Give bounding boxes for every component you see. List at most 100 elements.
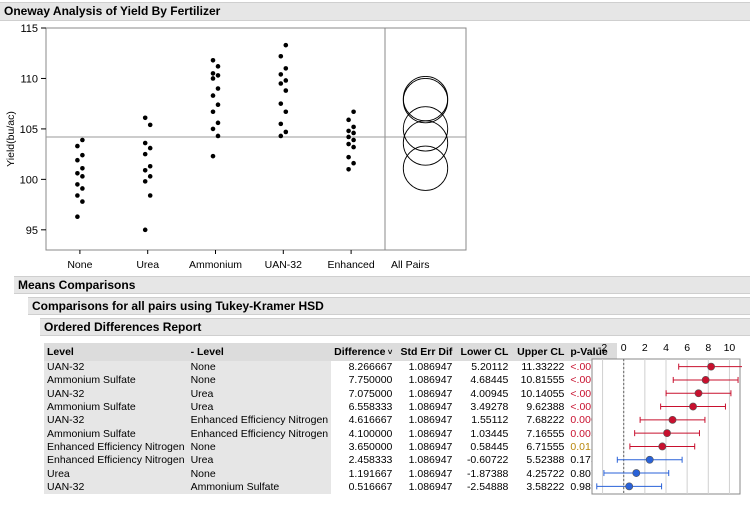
- ci-point: [668, 415, 677, 424]
- data-point: [215, 120, 221, 126]
- y-axis-label: Yield(bu/ac): [5, 111, 17, 167]
- data-point: [147, 122, 153, 128]
- cell-std-err: 1.086947: [395, 440, 456, 455]
- cell-upper-cl: 5.52388: [511, 454, 568, 468]
- cell-level: Urea: [44, 467, 188, 481]
- ci-tick-label: 0: [621, 342, 627, 354]
- cell-lower-cl: 4.68445: [455, 374, 512, 388]
- cell-upper-cl: 11.33222: [511, 361, 568, 375]
- table-row[interactable]: Ammonium Sulfate Urea 6.558333 1.086947 3.49…: [44, 400, 618, 415]
- table-row[interactable]: UAN-32 Ammonium Sulfate 0.516667 1.086947 -2…: [44, 480, 618, 494]
- col-level[interactable]: Level: [44, 343, 188, 361]
- data-point: [215, 64, 221, 69]
- data-point: [142, 151, 148, 157]
- cell-difference: 0.516667: [331, 480, 396, 494]
- table-header-row: Level - Level Difference ˅ Std Err Dif L…: [44, 343, 618, 361]
- data-point: [283, 78, 289, 83]
- data-point: [351, 160, 356, 166]
- data-point: [210, 153, 216, 159]
- data-point: [283, 129, 289, 135]
- table-row[interactable]: UAN-32 Enhanced Efficiency Nitrogen 4.6166…: [44, 414, 618, 428]
- cell-difference: 7.750000: [331, 374, 396, 388]
- cell-minus-level: None: [187, 361, 332, 375]
- ordered-differences-table: Level - Level Difference ˅ Std Err Dif L…: [44, 343, 618, 494]
- data-point: [147, 163, 153, 169]
- data-point: [75, 193, 80, 198]
- cell-upper-cl: 7.68222: [511, 414, 568, 428]
- section-header-oneway[interactable]: Oneway Analysis of Yield By Fertilizer: [0, 2, 750, 21]
- data-point: [75, 157, 80, 163]
- comparison-circle: [402, 78, 449, 124]
- data-point: [75, 182, 80, 187]
- cell-minus-level: Urea: [187, 387, 332, 401]
- col-lower-cl[interactable]: Lower CL: [455, 343, 512, 361]
- cell-std-err: 1.086947: [395, 414, 456, 428]
- cell-upper-cl: 6.71555: [511, 440, 568, 455]
- data-point: [142, 115, 148, 121]
- ci-point: [625, 482, 634, 491]
- x-tick-label: Enhanced: [327, 259, 374, 271]
- cell-std-err: 1.086947: [395, 467, 456, 481]
- col-std-err[interactable]: Std Err Dif: [395, 343, 456, 361]
- data-point: [278, 133, 284, 139]
- data-point: [210, 71, 216, 76]
- data-point: [142, 140, 148, 146]
- table-row[interactable]: Ammonium Sulfate None 7.750000 1.086947 4.68…: [44, 374, 618, 388]
- cell-minus-level: Urea: [187, 400, 332, 415]
- section-header-comparisons[interactable]: Comparisons for all pairs using Tukey-Kr…: [28, 297, 750, 315]
- cell-level: Ammonium Sulfate: [44, 427, 188, 441]
- data-point: [142, 179, 148, 184]
- data-point: [346, 141, 351, 147]
- comparison-circle: [402, 106, 449, 152]
- cell-level: Ammonium Sulfate: [44, 400, 188, 415]
- cell-level: UAN-32: [44, 414, 188, 428]
- col-minus-level[interactable]: - Level: [187, 343, 332, 361]
- section-header-means[interactable]: Means Comparisons: [14, 276, 750, 294]
- ci-point: [707, 362, 716, 371]
- data-point: [80, 186, 85, 191]
- table-row[interactable]: Ammonium Sulfate Enhanced Efficiency Nitr…: [44, 427, 618, 441]
- data-point: [210, 109, 216, 115]
- cell-std-err: 1.086947: [395, 374, 456, 388]
- col-difference[interactable]: Difference ˅: [331, 343, 396, 361]
- cell-lower-cl: 0.58445: [455, 440, 512, 455]
- section-header-ordered[interactable]: Ordered Differences Report: [40, 318, 750, 336]
- cell-difference: 7.075000: [331, 387, 396, 401]
- data-point: [215, 133, 221, 139]
- col-upper-cl[interactable]: Upper CL: [511, 343, 568, 361]
- data-point: [278, 81, 284, 86]
- cell-level: UAN-32: [44, 387, 188, 401]
- data-point: [346, 166, 351, 172]
- cell-difference: 4.616667: [331, 414, 396, 428]
- cell-level: Enhanced Efficiency Nitrogen: [44, 454, 188, 468]
- data-point: [351, 137, 356, 143]
- data-point: [346, 128, 351, 134]
- data-point: [80, 137, 85, 143]
- table-row[interactable]: Enhanced Efficiency Nitrogen None 3.650000…: [44, 440, 618, 455]
- cell-std-err: 1.086947: [395, 480, 456, 494]
- cell-level: Ammonium Sulfate: [44, 374, 188, 388]
- comparisons-title: Comparisons for all pairs using Tukey-Kr…: [32, 299, 324, 313]
- cell-minus-level: None: [187, 467, 332, 481]
- table-row[interactable]: Enhanced Efficiency Nitrogen Urea 2.458333…: [44, 454, 618, 468]
- data-point: [215, 86, 221, 91]
- cell-upper-cl: 3.58222: [511, 480, 568, 494]
- table-row[interactable]: UAN-32 Urea 7.075000 1.086947 4.00945 10.1405…: [44, 387, 618, 401]
- data-point: [278, 53, 284, 59]
- table-row[interactable]: UAN-32 None 8.266667 1.086947 5.20112 11.3322…: [44, 361, 618, 375]
- ci-tick-label: 2: [642, 342, 648, 354]
- data-point: [142, 167, 148, 173]
- data-point: [351, 124, 356, 130]
- table-row[interactable]: Urea None 1.191667 1.086947 -1.87388 4.25722 0…: [44, 467, 618, 481]
- data-point: [283, 66, 289, 71]
- cell-lower-cl: 1.55112: [455, 414, 512, 428]
- sort-desc-icon: ˅: [385, 348, 393, 357]
- ci-tick-label: 8: [705, 342, 711, 354]
- cell-upper-cl: 10.14055: [511, 387, 568, 401]
- cell-difference: 8.266667: [331, 361, 396, 375]
- ci-tick-label: 6: [684, 342, 690, 354]
- cell-minus-level: Urea: [187, 454, 332, 468]
- ci-point: [632, 469, 641, 477]
- data-point: [215, 102, 221, 107]
- cell-difference: 2.458333: [331, 454, 396, 468]
